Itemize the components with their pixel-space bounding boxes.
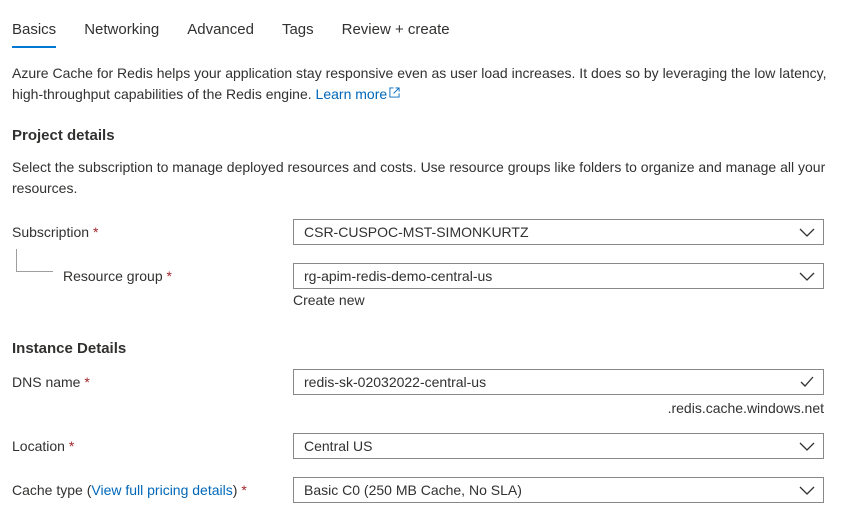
external-link-icon — [389, 87, 400, 98]
learn-more-link[interactable]: Learn more — [316, 86, 401, 102]
resource-group-label: Resource group * — [63, 268, 172, 284]
tab-review-create[interactable]: Review + create — [342, 0, 450, 60]
chevron-down-icon — [799, 272, 815, 281]
resource-group-dropdown[interactable]: rg-apim-redis-demo-central-us — [293, 263, 824, 289]
location-label: Location * — [12, 438, 74, 454]
required-marker: * — [68, 438, 75, 454]
learn-more-label: Learn more — [315, 86, 388, 102]
dns-name-label-text: DNS name — [12, 374, 81, 390]
chevron-down-icon — [799, 442, 815, 451]
instance-details-heading: Instance Details — [12, 340, 127, 357]
resource-group-label-text: Resource group — [63, 268, 163, 284]
subscription-dropdown[interactable]: CSR-CUSPOC-MST-SIMONKURTZ — [293, 219, 824, 245]
tree-connector — [16, 249, 53, 272]
checkmark-icon — [800, 376, 814, 387]
create-new-link[interactable]: Create new — [293, 292, 365, 308]
project-details-description: Select the subscription to manage deploy… — [12, 159, 826, 196]
cache-type-label-close: ) — [232, 482, 238, 498]
subscription-label-text: Subscription — [12, 224, 90, 240]
tab-advanced[interactable]: Advanced — [187, 0, 254, 60]
pricing-details-link[interactable]: View full pricing details — [91, 482, 232, 498]
project-details-heading: Project details — [12, 127, 115, 144]
subscription-value: CSR-CUSPOC-MST-SIMONKURTZ — [304, 224, 529, 240]
required-marker: * — [92, 224, 99, 240]
dns-suffix: .redis.cache.windows.net — [667, 400, 824, 416]
cache-type-dropdown[interactable]: Basic C0 (250 MB Cache, No SLA) — [293, 477, 824, 503]
subscription-label: Subscription * — [12, 224, 98, 240]
tab-tags[interactable]: Tags — [282, 0, 314, 60]
resource-group-value: rg-apim-redis-demo-central-us — [304, 268, 493, 284]
intro-text: Azure Cache for Redis helps your applica… — [12, 65, 827, 102]
location-value: Central US — [304, 438, 373, 454]
dns-name-input[interactable]: redis-sk-02032022-central-us — [293, 369, 824, 395]
chevron-down-icon — [799, 486, 815, 495]
required-marker: * — [84, 374, 90, 390]
tab-basics[interactable]: Basics — [12, 0, 57, 60]
chevron-down-icon — [799, 228, 815, 237]
dns-name-label: DNS name * — [12, 374, 90, 390]
cache-type-label: Cache type (View full pricing details) * — [12, 482, 247, 498]
required-marker: * — [166, 268, 172, 284]
location-label-text: Location — [12, 438, 65, 454]
tab-networking[interactable]: Networking — [84, 0, 159, 60]
dns-name-value: redis-sk-02032022-central-us — [304, 374, 487, 390]
cache-type-value: Basic C0 (250 MB Cache, No SLA) — [304, 482, 522, 498]
required-marker: * — [241, 482, 247, 498]
location-dropdown[interactable]: Central US — [293, 433, 824, 459]
intro-paragraph: Azure Cache for Redis helps your applica… — [12, 63, 832, 105]
cache-type-label-text: Cache type ( — [12, 482, 92, 498]
tab-bar: Basics Networking Advanced Tags Review +… — [12, 0, 478, 60]
